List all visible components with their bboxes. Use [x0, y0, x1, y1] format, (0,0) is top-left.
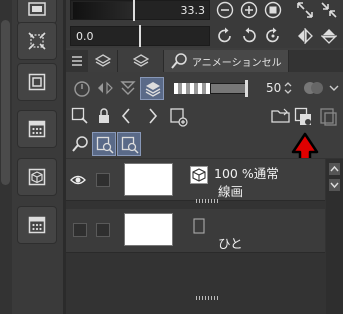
panel-tab-bar: アニメーションセル: [66, 50, 343, 72]
layers-search-icon: [133, 53, 149, 69]
tab-label: アニメーションセル: [192, 58, 282, 69]
spinner-icon[interactable]: [283, 80, 293, 96]
layer-stack-icon: [144, 80, 162, 98]
delete-layer-icon[interactable]: [318, 106, 340, 128]
rotation-value: 0.0: [76, 30, 94, 43]
layer-blend-mode: 100 %通常: [214, 166, 279, 181]
opacity-checker: [174, 83, 210, 94]
tab-animation-cel[interactable]: アニメーションセル: [164, 50, 289, 72]
chevron-down-icon[interactable]: [329, 179, 340, 191]
rail-scrollbar[interactable]: [0, 0, 12, 314]
opacity-value: 50: [266, 81, 282, 95]
cube-icon: [28, 168, 46, 186]
rail-button-transform[interactable]: [17, 22, 57, 60]
flip-horizontal-icon[interactable]: [296, 27, 314, 45]
rotate-right-icon[interactable]: [240, 27, 258, 45]
panel-menu-icon[interactable]: [70, 53, 84, 69]
new-cel-icon[interactable]: [168, 106, 190, 128]
timer-icon[interactable]: [72, 78, 92, 98]
layer-thumbnail: [124, 163, 173, 196]
cel-search-icon: [121, 136, 139, 154]
tab-layer-property[interactable]: [88, 50, 118, 72]
rail-scrollbar-thumb[interactable]: [1, 20, 10, 185]
panel-resize-grip[interactable]: [196, 296, 220, 300]
panel-icon: [28, 1, 46, 17]
value-slider[interactable]: 33.3: [70, 0, 210, 21]
layer-row[interactable]: ひと: [66, 209, 325, 253]
grid-icon: [28, 216, 46, 234]
cel-specify-icon[interactable]: [293, 106, 315, 128]
opacity-slider[interactable]: [210, 80, 248, 97]
plus-circle-icon[interactable]: [240, 1, 258, 19]
layer-name[interactable]: 線画: [218, 181, 243, 200]
layers-icon: [95, 53, 111, 69]
clip-layer-icon[interactable]: [70, 106, 90, 126]
visibility-checkbox[interactable]: [73, 223, 87, 237]
flip-icon[interactable]: [95, 78, 115, 98]
layer-name[interactable]: ひと: [218, 233, 243, 252]
slider-value: 33.3: [180, 4, 206, 17]
folder-layer-icon: [192, 217, 206, 235]
cel-search-icon: [96, 136, 114, 154]
cel-search-button-2[interactable]: [117, 132, 141, 156]
vector-layer-icon: [190, 166, 208, 184]
eye-icon[interactable]: [70, 173, 86, 187]
brush-icon[interactable]: [70, 134, 90, 154]
folder-open-icon[interactable]: [270, 106, 292, 126]
layer-thumbnail: [124, 213, 173, 246]
layer-stack-button[interactable]: [140, 77, 164, 100]
merge-down-icon[interactable]: [118, 78, 138, 98]
animation-cel-icon: [170, 52, 188, 70]
lock-checkbox[interactable]: [96, 223, 110, 237]
rail-button-3d[interactable]: [17, 158, 57, 196]
rotation-slider[interactable]: 0.0: [70, 25, 210, 47]
row-separator-dots: [196, 199, 220, 203]
reset-rotation-icon[interactable]: [264, 27, 282, 45]
cel-search-button-1[interactable]: [92, 132, 116, 156]
rail-button-navigator[interactable]: [17, 63, 57, 101]
chevron-right-icon[interactable]: [145, 106, 161, 126]
chevron-left-icon[interactable]: [118, 106, 134, 126]
lock-checkbox[interactable]: [96, 173, 110, 187]
rotate-left-icon[interactable]: [216, 27, 234, 45]
minus-circle-icon[interactable]: [216, 1, 234, 19]
rail-button-top[interactable]: [17, 0, 57, 24]
tab-layer-search[interactable]: [118, 50, 164, 72]
left-tool-rail: [0, 0, 66, 314]
slider-fill: [73, 2, 133, 19]
navigator-icon: [28, 73, 46, 91]
fit-icon[interactable]: [320, 1, 338, 19]
rail-button-grid-2[interactable]: [17, 206, 57, 244]
transform-icon: [28, 32, 46, 50]
layer-row[interactable]: 100 %通常 線画: [66, 159, 325, 201]
layer-list-scrollbar[interactable]: [326, 159, 343, 314]
expand-icon[interactable]: [296, 1, 314, 19]
chevron-up-icon[interactable]: [329, 163, 340, 175]
lock-icon[interactable]: [94, 106, 114, 126]
slider-handle[interactable]: [133, 0, 135, 21]
chevron-down-icon[interactable]: [328, 78, 340, 98]
rail-button-grid[interactable]: [17, 110, 57, 148]
opacity-handle[interactable]: [245, 80, 248, 97]
rotation-handle[interactable]: [139, 25, 141, 47]
color-circles-icon[interactable]: [302, 78, 326, 98]
flip-vertical-icon[interactable]: [320, 27, 338, 45]
grid-icon: [28, 120, 46, 138]
stop-circle-icon[interactable]: [264, 1, 282, 19]
